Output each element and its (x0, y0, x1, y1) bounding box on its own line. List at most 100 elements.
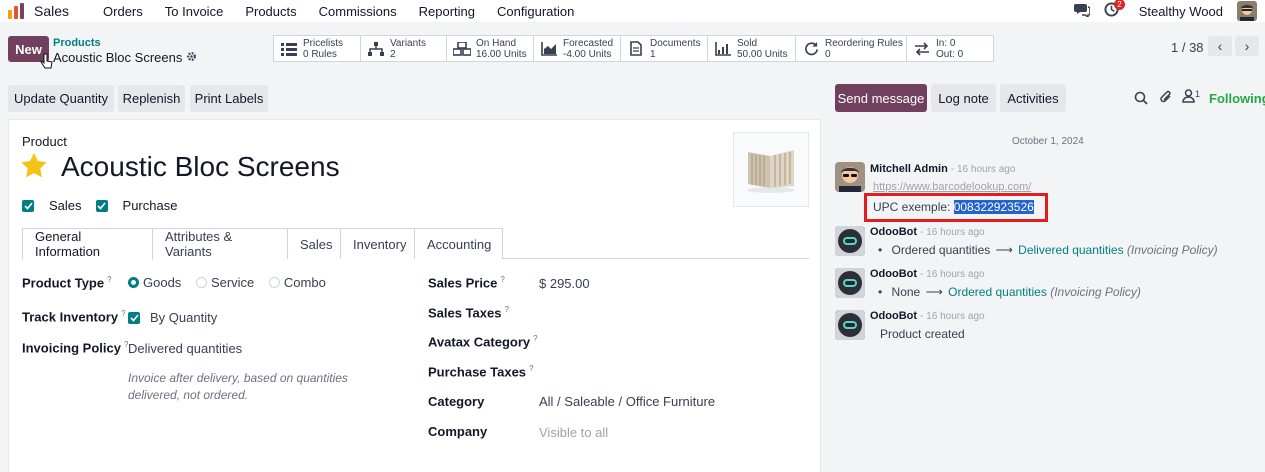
purchase-taxes-input[interactable] (539, 362, 809, 382)
odoobot-avatar[interactable] (835, 226, 865, 256)
nav-configuration[interactable]: Configuration (497, 4, 574, 19)
message-author-name: OdooBot (870, 226, 918, 238)
invoicing-policy-label: Invoicing Policy? (22, 340, 128, 355)
update-quantity-button[interactable]: Update Quantity (8, 85, 114, 112)
message-time: - 16 hours ago (950, 164, 1016, 175)
mitchell-admin-avatar[interactable] (835, 162, 865, 192)
sales-price-help[interactable]: ? (500, 275, 504, 284)
track-inventory-checkbox[interactable] (128, 311, 140, 324)
tab-inventory[interactable]: Inventory (340, 228, 415, 259)
invoicing-policy-value[interactable]: Delivered quantities (128, 341, 242, 356)
activity-clock-icon[interactable]: 2 (1104, 0, 1125, 20)
avatax-category-input[interactable] (539, 332, 809, 352)
pager-next-button[interactable]: › (1235, 36, 1259, 56)
app-name[interactable]: Sales (34, 3, 69, 19)
exchange-icon (913, 41, 931, 57)
company-input[interactable]: Visible to all (539, 425, 608, 440)
smart-button-sold[interactable]: Sold 50.00 Units (708, 36, 796, 61)
smart-button-forecasted[interactable]: Forecasted -4.00 Units (534, 36, 621, 61)
message-time: - 16 hours ago (920, 227, 985, 238)
purchase-taxes-help[interactable]: ? (529, 364, 533, 373)
pager-previous-button[interactable]: ‹ (1208, 36, 1232, 56)
tab-general-information[interactable]: General Information (22, 228, 153, 260)
upc-value-selected[interactable]: 008322923526 (953, 200, 1034, 214)
message-author: OdooBot - 16 hours ago (870, 310, 985, 322)
area-chart-icon (540, 41, 558, 57)
log-note-button[interactable]: Log note (931, 84, 996, 112)
on-hand-label: On Hand (476, 37, 517, 49)
user-name[interactable]: Stealthy Wood (1139, 4, 1223, 19)
odoobot-avatar[interactable] (835, 268, 865, 298)
smart-button-in-out[interactable]: In: 0 Out: 0 (907, 36, 993, 61)
track-inventory-label-text: Track Inventory (22, 309, 119, 325)
refresh-icon (802, 41, 820, 57)
followers-button[interactable]: 1 (1182, 89, 1200, 106)
radio-service-label: Service (210, 275, 255, 290)
pager-value[interactable]: 1 / 38 (1171, 40, 1204, 55)
nav-to-invoice[interactable]: To Invoice (165, 4, 224, 19)
sales-taxes-help[interactable]: ? (504, 305, 508, 314)
invoicing-policy-helptext: Invoice after delivery, based on quantit… (128, 371, 348, 402)
acoustic-screen-image (747, 149, 795, 193)
radio-goods-label: Goods (143, 275, 182, 290)
date-separator: October 1, 2024 (1012, 136, 1084, 147)
message-author: Mitchell Admin - 16 hours ago (870, 163, 1015, 175)
pricelists-value: 0 Rules (303, 48, 337, 60)
track-inventory-value[interactable]: By Quantity (150, 310, 217, 325)
out-label: Out: 0 (936, 48, 964, 60)
nav-orders[interactable]: Orders (103, 4, 143, 19)
user-avatar[interactable] (1237, 1, 1257, 21)
sales-taxes-input[interactable] (539, 303, 809, 323)
star-icon[interactable] (21, 153, 47, 181)
paperclip-icon[interactable] (1159, 90, 1173, 108)
breadcrumb-products[interactable]: Products (53, 37, 101, 49)
category-input[interactable]: All / Saleable / Office Furniture (539, 394, 715, 409)
product-type-help[interactable]: ? (107, 275, 111, 284)
track-inventory-help[interactable]: ? (121, 309, 125, 318)
search-icon[interactable] (1134, 91, 1148, 108)
tab-accounting[interactable]: Accounting (414, 228, 503, 259)
forecasted-label: Forecasted (563, 37, 614, 49)
avatax-category-label: Avatax Category? (428, 334, 538, 349)
sales-price-input[interactable]: $ 295.00 (539, 276, 590, 291)
product-name-field[interactable]: Acoustic Bloc Screens (61, 151, 340, 183)
gear-icon[interactable] (186, 50, 197, 65)
tracking-old-value: Ordered quantities (891, 243, 991, 257)
smart-button-on-hand[interactable]: On Hand 16.00 Units (447, 36, 534, 61)
smart-button-documents[interactable]: Documents 1 (621, 36, 708, 61)
sales-checkbox[interactable] (22, 199, 34, 212)
tab-attributes-variants[interactable]: Attributes & Variants (152, 228, 288, 259)
radio-combo[interactable] (268, 277, 280, 288)
smart-button-pricelists[interactable]: Pricelists 0 Rules (274, 36, 361, 61)
sales-price-label-text: Sales Price (428, 275, 498, 291)
notebook-tabs: General Information Attributes & Variant… (22, 228, 809, 260)
activities-button[interactable]: Activities (1000, 84, 1066, 112)
smart-button-variants[interactable]: Variants 2 (361, 36, 447, 61)
reordering-rules-label: Reordering Rules (825, 37, 903, 49)
purchase-checkbox[interactable] (95, 199, 108, 212)
nav-reporting[interactable]: Reporting (419, 4, 475, 19)
print-labels-button[interactable]: Print Labels (190, 85, 268, 112)
smart-button-reordering-rules[interactable]: Reordering Rules 0 (796, 36, 907, 61)
product-form-sheet: Product Acoustic Bloc Screens Sales Purc… (8, 119, 821, 472)
sales-taxes-label: Sales Taxes? (428, 305, 509, 320)
message-link[interactable]: https://www.barcodelookup.com/ (873, 181, 1031, 193)
product-image[interactable] (733, 132, 809, 207)
odoobot-avatar[interactable] (835, 310, 865, 340)
tracking-old-value: None (891, 285, 921, 299)
nav-commissions[interactable]: Commissions (319, 4, 397, 19)
product-type-label: Product Type? (22, 275, 112, 290)
tracking-field: (Invoicing Policy) (1126, 243, 1218, 257)
sales-app-icon[interactable] (8, 3, 26, 19)
follower-count: 1 (1195, 89, 1201, 99)
tab-sales[interactable]: Sales (287, 228, 341, 259)
radio-service[interactable] (195, 277, 207, 288)
following-button[interactable]: Following (1209, 91, 1265, 106)
purchase-taxes-label: Purchase Taxes? (428, 364, 534, 379)
send-message-button[interactable]: Send message (835, 84, 927, 112)
chat-icon[interactable] (1073, 3, 1091, 20)
radio-goods[interactable] (128, 277, 139, 288)
replenish-button[interactable]: Replenish (118, 85, 185, 112)
nav-products[interactable]: Products (245, 4, 296, 19)
avatax-category-help[interactable]: ? (533, 334, 537, 343)
